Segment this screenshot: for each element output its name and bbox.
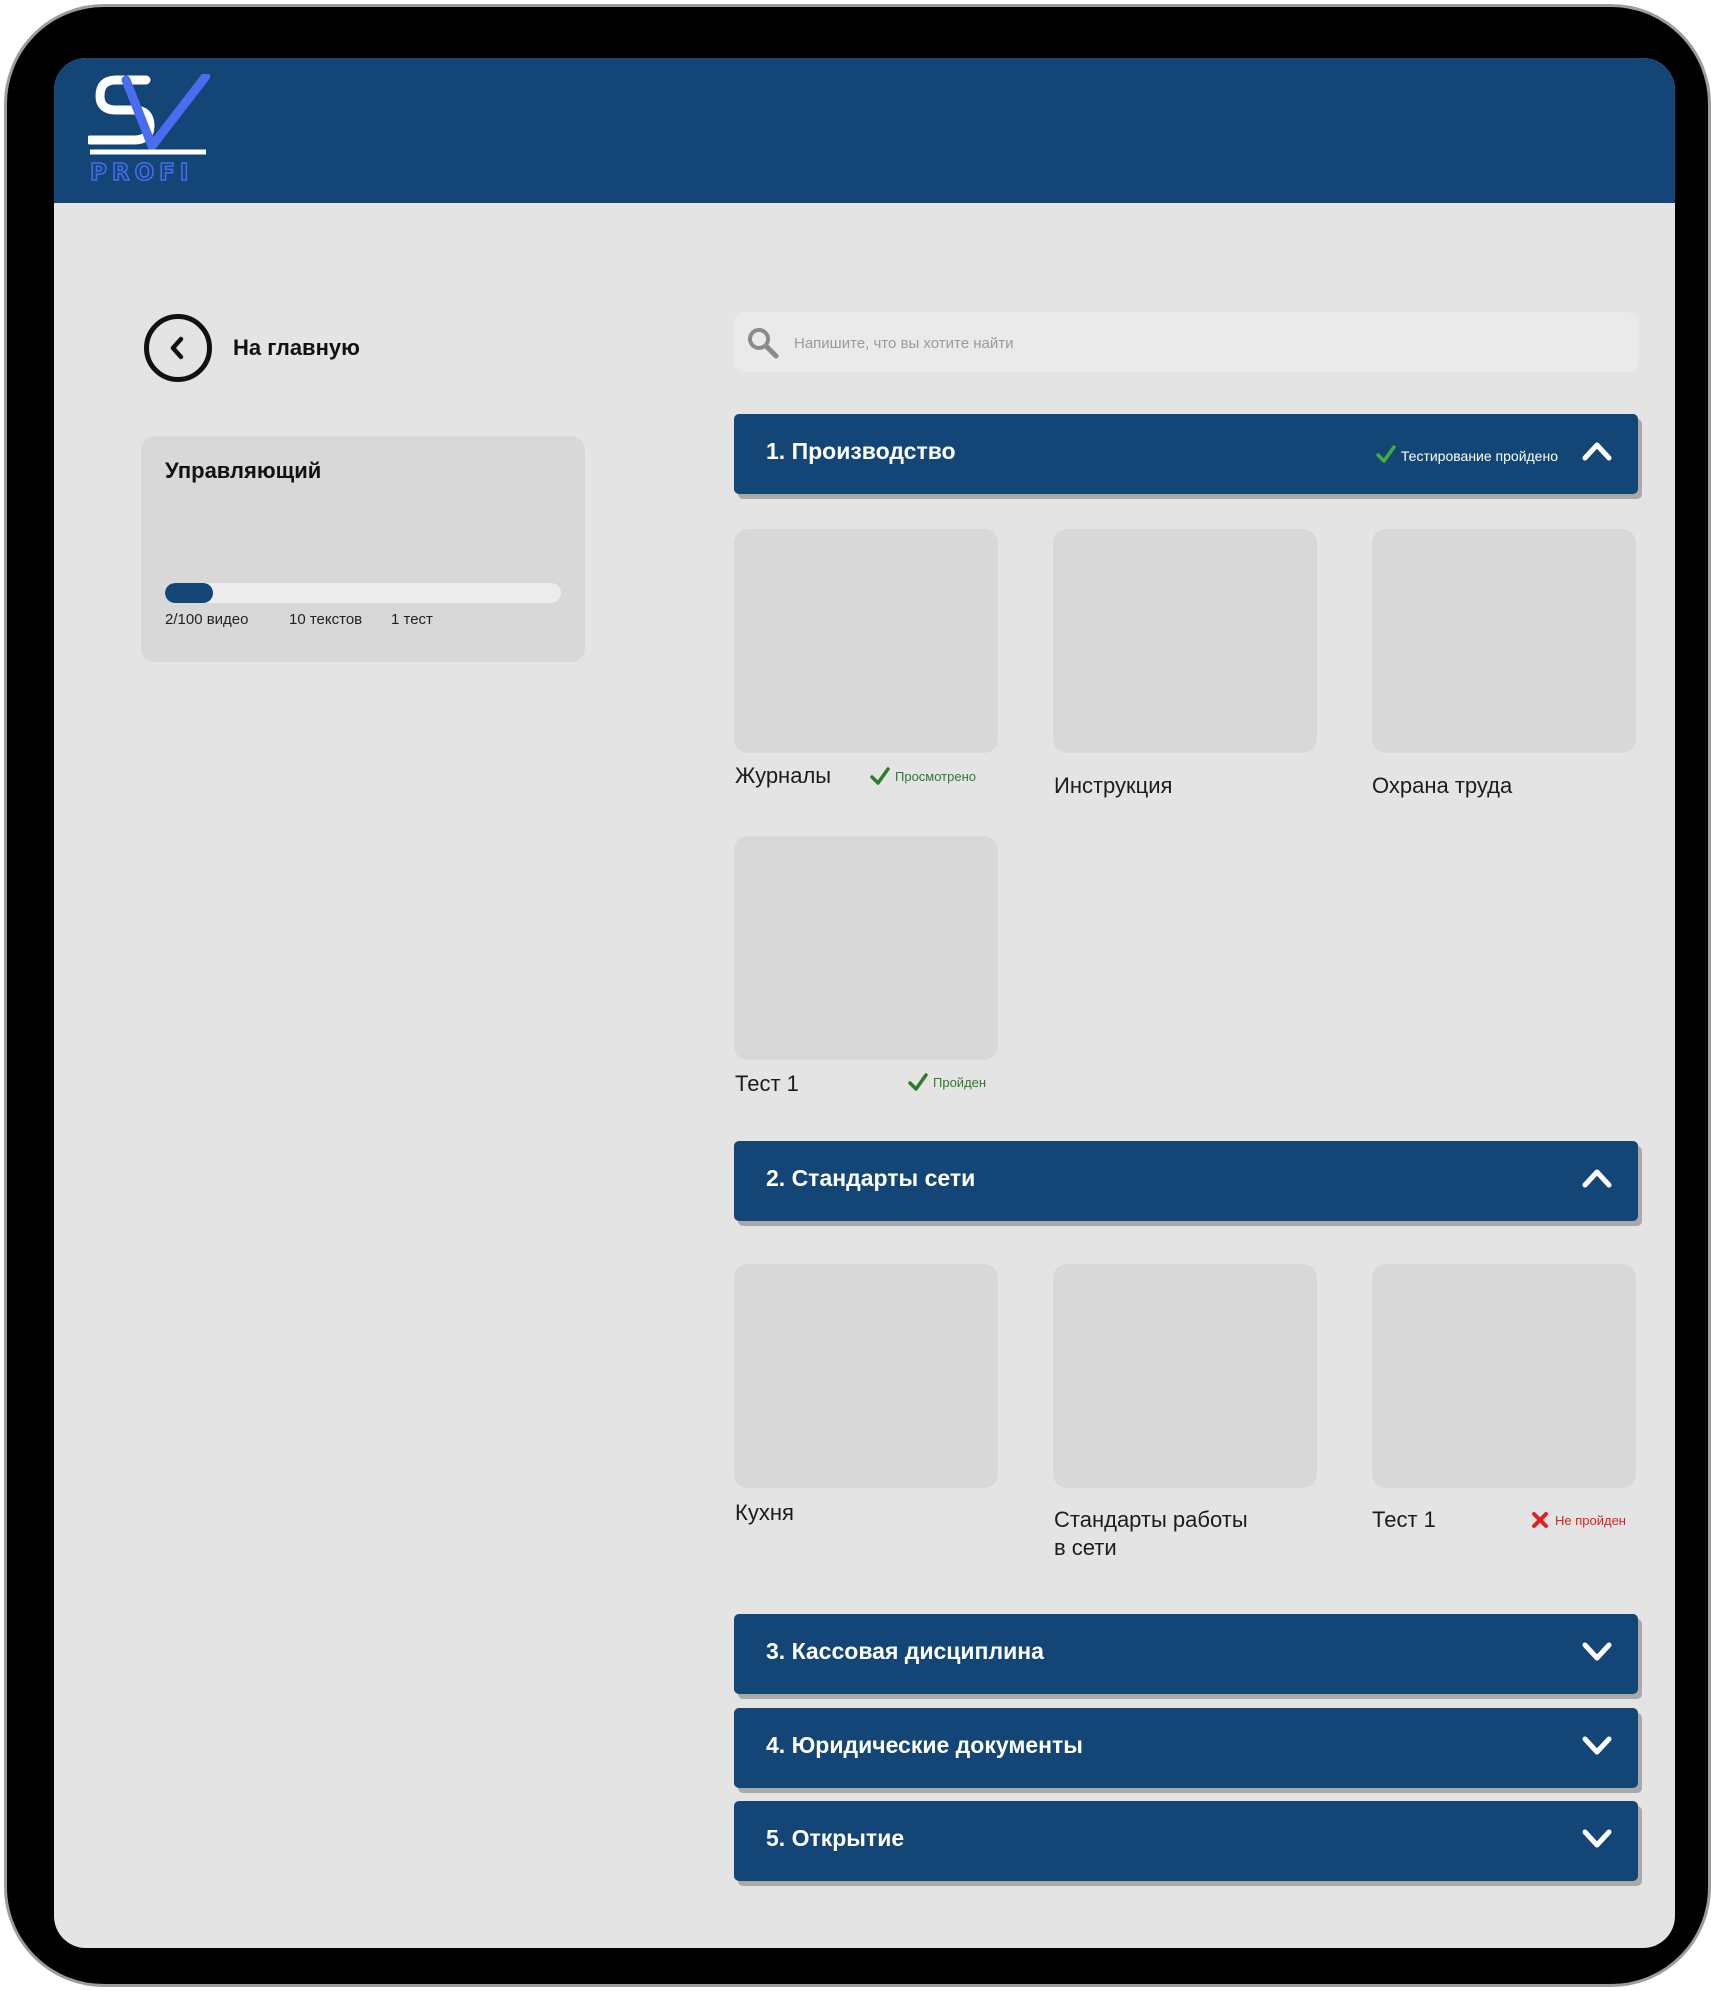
material-label[interactable]: Стандарты работы в сети	[1054, 1506, 1248, 1562]
section-header-cash-discipline[interactable]: 3. Кассовая дисциплина	[734, 1614, 1638, 1694]
material-thumbnail-test[interactable]	[734, 836, 998, 1060]
material-label[interactable]: Тест 1	[1372, 1506, 1436, 1534]
app-screen: PROFI На главную Управляющий 2/100 видео…	[54, 58, 1675, 1948]
status-badge: Не пройден	[1530, 1510, 1626, 1530]
check-icon	[908, 1073, 928, 1091]
section-header-production[interactable]: 1. Производство Тестирование пройдено	[734, 414, 1638, 494]
cross-icon	[1532, 1512, 1548, 1528]
texts-stat: 10 текстов	[289, 611, 363, 628]
logo-text: PROFI	[90, 160, 193, 186]
chevron-up-icon[interactable]	[1582, 440, 1612, 467]
material-label-line: в сети	[1054, 1535, 1117, 1560]
check-icon	[870, 767, 890, 785]
chevron-down-icon[interactable]	[1582, 1827, 1612, 1854]
chevron-left-circle-icon[interactable]	[144, 314, 212, 382]
chevron-down-icon[interactable]	[1582, 1640, 1612, 1667]
search-input[interactable]	[792, 322, 1616, 364]
section-header-legal-documents[interactable]: 4. Юридические документы	[734, 1708, 1638, 1788]
chevron-up-icon[interactable]	[1582, 1167, 1612, 1194]
status-badge-text: Пройден	[933, 1075, 987, 1090]
search-icon[interactable]	[746, 326, 780, 365]
section-title: 5. Открытие	[766, 1825, 905, 1851]
check-icon	[1376, 445, 1396, 463]
section-title: 3. Кассовая дисциплина	[766, 1638, 1044, 1664]
material-label-line: Стандарты работы	[1054, 1507, 1248, 1532]
material-thumbnail-kitchen[interactable]	[734, 1264, 998, 1488]
material-thumbnail-instruction[interactable]	[1053, 529, 1317, 753]
material-thumbnail-work-standards[interactable]	[1053, 1264, 1317, 1488]
role-title: Управляющий	[165, 458, 322, 483]
sv-profi-logo[interactable]: PROFI	[85, 71, 211, 187]
back-link-label[interactable]: На главную	[233, 335, 360, 361]
videos-stat: 2/100 видео	[165, 611, 249, 628]
role-progress-card: Управляющий 2/100 видео 10 текстов 1 тес…	[141, 436, 585, 662]
material-label[interactable]: Охрана труда	[1372, 772, 1512, 800]
tablet-frame: PROFI На главную Управляющий 2/100 видео…	[4, 4, 1711, 1987]
app-header: PROFI	[54, 58, 1675, 203]
progress-bar	[165, 583, 561, 603]
section-header-opening[interactable]: 5. Открытие	[734, 1801, 1638, 1881]
section-status: Тестирование пройдено	[1376, 444, 1558, 464]
status-badge: Просмотрено	[870, 766, 976, 786]
progress-fill	[165, 583, 213, 603]
section-status-text: Тестирование пройдено	[1400, 448, 1558, 464]
search-bar	[734, 312, 1638, 372]
tests-stat: 1 тест	[391, 611, 433, 628]
status-badge-text: Просмотрено	[895, 769, 977, 784]
material-thumbnail-labor-safety[interactable]	[1372, 529, 1636, 753]
material-label[interactable]: Кухня	[735, 1499, 794, 1527]
section-title: 2. Стандарты сети	[766, 1165, 976, 1191]
material-label[interactable]: Тест 1	[735, 1070, 799, 1098]
section-title: 1. Производство	[766, 438, 956, 464]
chevron-down-icon[interactable]	[1582, 1734, 1612, 1761]
material-thumbnail-journals[interactable]	[734, 529, 998, 753]
status-badge-text: Не пройден	[1555, 1513, 1626, 1528]
section-header-network-standards[interactable]: 2. Стандарты сети	[734, 1141, 1638, 1221]
material-thumbnail-test[interactable]	[1372, 1264, 1636, 1488]
material-label[interactable]: Журналы	[735, 762, 831, 790]
back-to-home-link[interactable]: На главную	[144, 314, 464, 384]
section-title: 4. Юридические документы	[766, 1732, 1083, 1758]
material-label[interactable]: Инструкция	[1054, 772, 1172, 800]
status-badge: Пройден	[908, 1072, 986, 1092]
